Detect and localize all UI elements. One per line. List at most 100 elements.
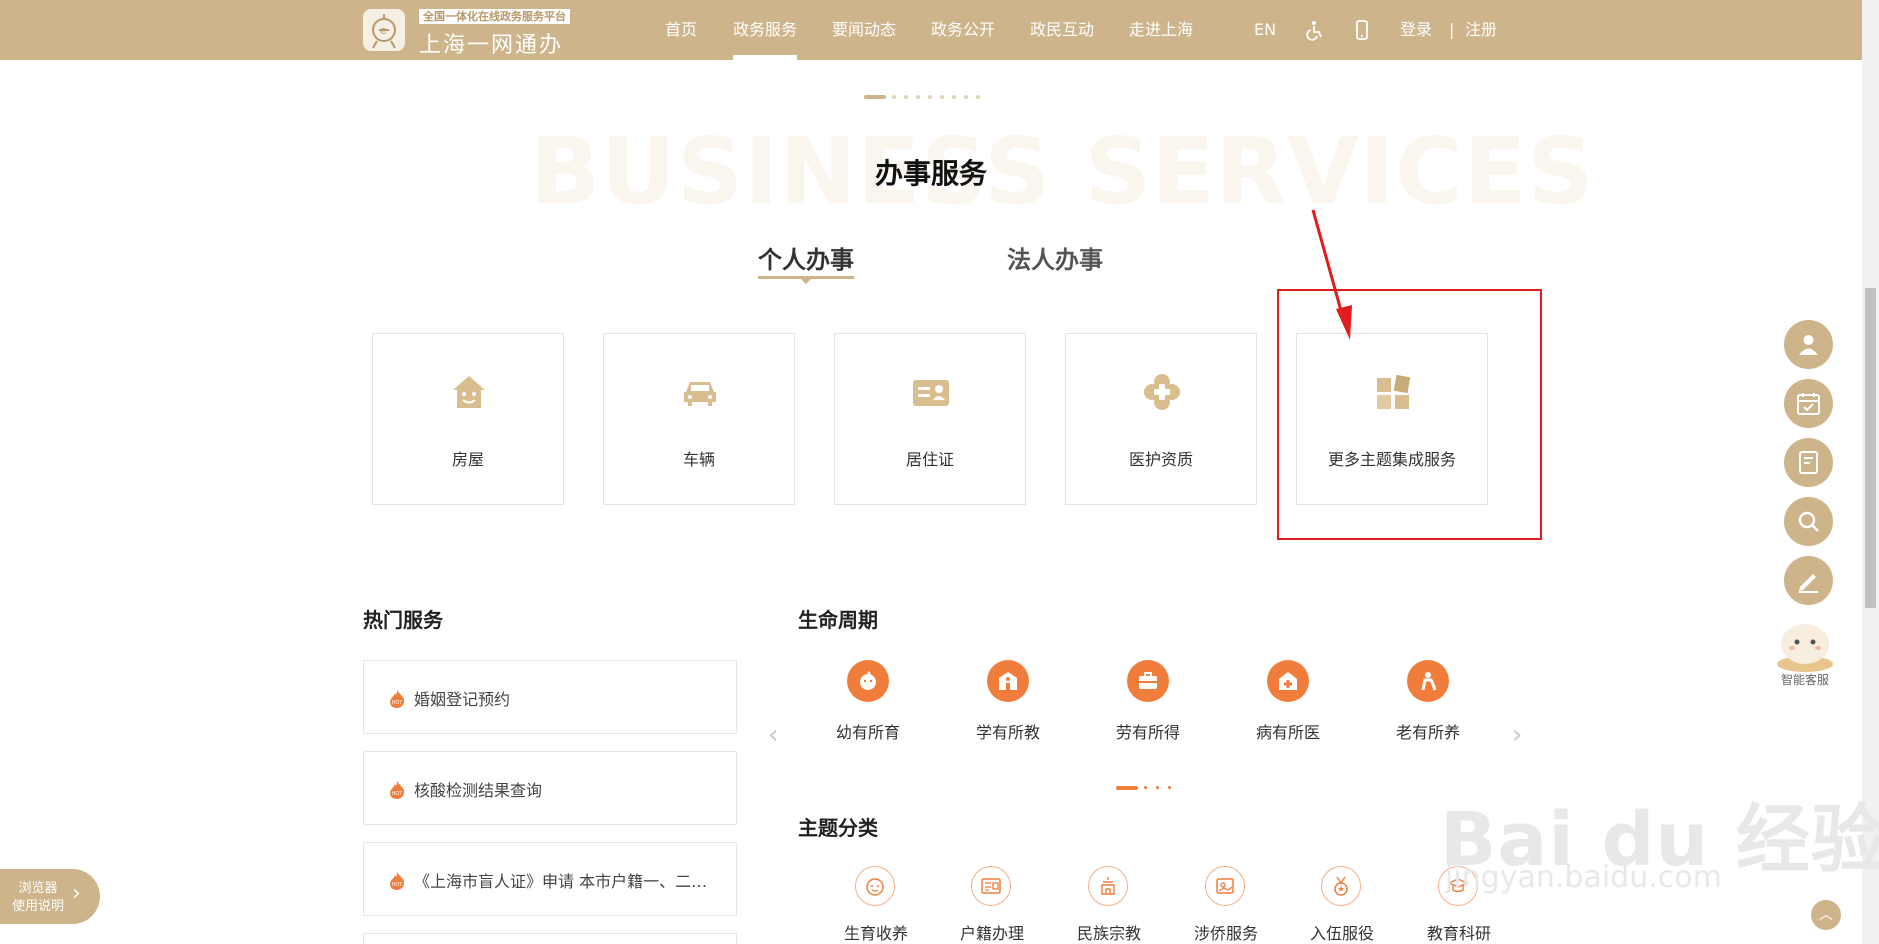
pagination-dot[interactable] [976, 95, 980, 99]
pagination-dot[interactable] [928, 95, 932, 99]
pagination-dot[interactable] [892, 95, 896, 99]
carousel-next-icon[interactable]: › [1512, 720, 1522, 750]
mobile-icon[interactable] [1351, 19, 1373, 41]
theme-label: 教育科研 [1426, 924, 1491, 943]
svg-text:HOT: HOT [392, 791, 404, 797]
elderly-icon [1407, 660, 1449, 702]
service-card-label: 房屋 [451, 450, 484, 469]
medical-cross-icon [1142, 372, 1182, 412]
scrollbar-thumb[interactable] [1865, 288, 1876, 608]
hot-service-text: 《上海市盲人证》申请 本市户籍一、二… [414, 872, 708, 891]
search-button[interactable] [1784, 497, 1833, 546]
nav-separator: | [1449, 20, 1455, 39]
briefcase-icon [1127, 660, 1169, 702]
theme-label: 入伍服役 [1309, 924, 1374, 943]
pagination-dot[interactable] [916, 95, 920, 99]
nav-gov-open[interactable]: 政务公开 [931, 0, 995, 60]
service-card-label: 医护资质 [1128, 450, 1193, 469]
pagination-dot[interactable] [864, 95, 886, 99]
lifecycle-title: 生命周期 [798, 608, 878, 632]
nav-interaction[interactable]: 政民互动 [1030, 0, 1094, 60]
theme-categories-title: 主题分类 [798, 816, 878, 840]
browser-guide-text: 浏览器 使用说明 [8, 880, 68, 916]
pagination-dot[interactable] [964, 95, 968, 99]
baby-icon [847, 660, 889, 702]
tab-caret-icon [800, 278, 812, 284]
nav-gov-services[interactable]: 政务服务 [733, 0, 797, 60]
household-book-icon [971, 866, 1011, 906]
carousel-prev-icon[interactable]: ‹ [768, 720, 778, 750]
hospital-icon [1267, 660, 1309, 702]
lifecycle-label: 幼有所育 [835, 723, 900, 742]
logo-title: 上海一网通办 [419, 33, 564, 58]
accessibility-icon[interactable] [1303, 19, 1325, 41]
theme-label: 涉侨服务 [1193, 924, 1258, 943]
hot-service-item[interactable]: HOT 核酸检测结果查询 [363, 751, 737, 825]
smart-service-label[interactable]: 智能客服 [1772, 671, 1838, 688]
service-card-residence-permit[interactable]: 居住证 [834, 333, 1026, 505]
nav-home[interactable]: 首页 [665, 0, 697, 60]
service-card-vehicle[interactable]: 车辆 [603, 333, 795, 505]
service-card-medical[interactable]: 医护资质 [1065, 333, 1257, 505]
baby-face-icon [855, 866, 895, 906]
hot-service-text: 婚姻登记预约 [414, 690, 511, 709]
login-link[interactable]: 登录 [1400, 0, 1432, 60]
pagination-dot[interactable] [904, 95, 908, 99]
tab-corporate[interactable]: 法人办事 [1007, 240, 1103, 275]
nav-about-shanghai[interactable]: 走进上海 [1129, 0, 1193, 60]
hot-flame-icon: HOT [388, 780, 406, 800]
hot-flame-icon: HOT [388, 871, 406, 891]
service-card-label: 居住证 [905, 450, 954, 469]
appointment-button[interactable] [1784, 379, 1833, 428]
theme-label: 生育收养 [843, 924, 908, 943]
hot-services-title: 热门服务 [363, 608, 443, 632]
pagination-dot[interactable] [1144, 786, 1147, 789]
theme-label: 民族宗教 [1076, 924, 1141, 943]
svg-text:HOT: HOT [392, 700, 404, 706]
feedback-edit-button[interactable] [1784, 556, 1833, 605]
pagination-dot[interactable] [940, 95, 944, 99]
lifecycle-label: 病有所医 [1255, 723, 1320, 742]
school-icon [987, 660, 1029, 702]
temple-icon [1088, 866, 1128, 906]
chevron-up-icon: ︿ [1819, 907, 1833, 923]
section-title: 办事服务 [874, 157, 987, 190]
language-switch[interactable]: EN [1254, 0, 1276, 60]
tab-personal[interactable]: 个人办事 [758, 240, 854, 275]
site-logo[interactable]: e 全国一体化在线政务服务平台 上海一网通办 [363, 7, 593, 58]
user-center-button[interactable] [1784, 320, 1833, 369]
hot-service-item-partial[interactable] [363, 933, 737, 944]
theme-label: 户籍办理 [959, 924, 1024, 943]
service-card-label: 车辆 [682, 450, 715, 469]
passport-photo-icon [1205, 866, 1245, 906]
baidu-watermark-url: jingyan.baidu.com [1445, 860, 1722, 895]
browser-guide-line1: 浏览器 [18, 881, 58, 896]
house-icon [449, 372, 489, 412]
pagination-dot[interactable] [1116, 786, 1138, 790]
svg-text:HOT: HOT [392, 882, 404, 888]
chevron-right-icon: › [72, 881, 81, 906]
nav-news[interactable]: 要闻动态 [832, 0, 896, 60]
smart-service-bot-icon[interactable] [1773, 612, 1837, 678]
logo-emblem-icon: e [363, 9, 405, 51]
register-link[interactable]: 注册 [1465, 0, 1497, 60]
annotation-arrow-icon [1311, 209, 1352, 340]
browser-guide-button[interactable]: 浏览器 使用说明 › [0, 869, 100, 924]
pagination-dot[interactable] [952, 95, 956, 99]
document-button[interactable] [1784, 438, 1833, 487]
logo-tagline: 全国一体化在线政务服务平台 [419, 9, 570, 24]
svg-text:e: e [380, 24, 387, 37]
pagination-dot[interactable] [1168, 786, 1171, 789]
id-card-icon [911, 372, 951, 412]
lifecycle-label: 学有所教 [975, 723, 1040, 742]
nav-active-indicator [733, 55, 797, 60]
lifecycle-label: 老有所养 [1395, 723, 1460, 742]
back-to-top-button[interactable]: ︿ [1811, 900, 1841, 930]
pagination-dot[interactable] [1156, 786, 1159, 789]
hot-service-item[interactable]: HOT 婚姻登记预约 [363, 660, 737, 734]
lifecycle-label: 劳有所得 [1115, 723, 1180, 742]
hot-service-item[interactable]: HOT 《上海市盲人证》申请 本市户籍一、二… [363, 842, 737, 916]
hot-service-text: 核酸检测结果查询 [414, 781, 543, 800]
car-icon [680, 372, 720, 412]
service-card-housing[interactable]: 房屋 [372, 333, 564, 505]
